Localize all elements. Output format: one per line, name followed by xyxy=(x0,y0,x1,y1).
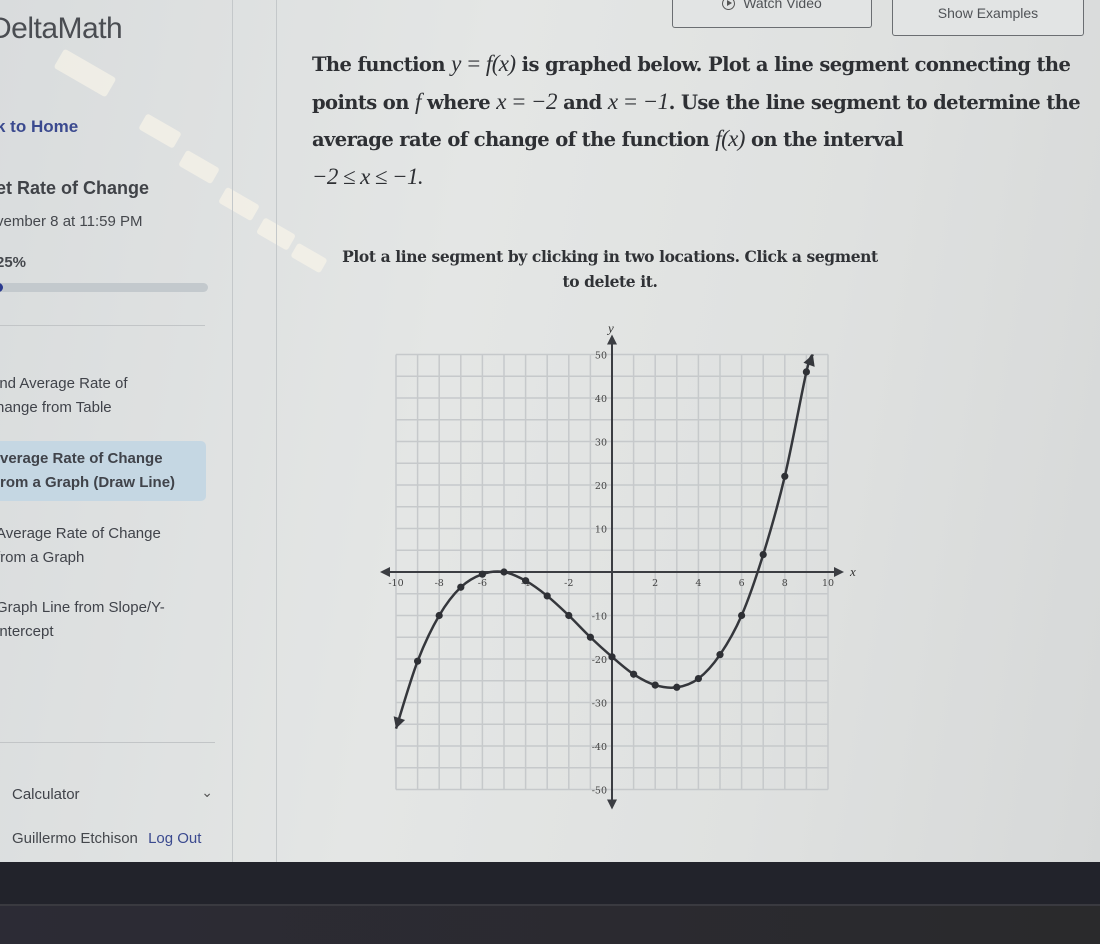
y-tick-label: -20 xyxy=(592,655,607,666)
data-point xyxy=(651,681,659,689)
data-point xyxy=(673,683,681,691)
x-tick-label: 4 xyxy=(695,578,701,589)
data-point xyxy=(802,368,810,376)
show-examples-button[interactable]: Show Examples xyxy=(892,0,1084,36)
skill-label: Graph Line from Slope/Y- xyxy=(0,599,165,616)
x-tick-label: 10 xyxy=(822,578,834,589)
x-axis-arrow-left xyxy=(380,567,390,577)
assignment-title: et Rate of Change xyxy=(0,178,150,198)
data-point xyxy=(500,568,508,576)
y-tick-label: -10 xyxy=(592,612,607,623)
monitor-bezel-lower xyxy=(0,904,1100,944)
question-fragment: The function xyxy=(312,53,452,76)
skill-label: verage Rate of Change xyxy=(0,450,163,467)
y-tick-label: 20 xyxy=(595,481,607,492)
data-point xyxy=(435,611,443,620)
skill-label: from a Graph xyxy=(0,549,85,566)
progress-bar xyxy=(0,283,208,292)
chevron-down-icon: ⌄ xyxy=(201,784,213,800)
y-tick-label: -50 xyxy=(592,786,607,797)
curve-arrow-left xyxy=(393,716,406,729)
skill-item-graph[interactable]: Average Rate of Change from a Graph xyxy=(0,522,206,570)
data-point xyxy=(781,472,789,480)
play-icon xyxy=(722,0,736,10)
screen-glare xyxy=(290,242,328,274)
function-curve xyxy=(394,353,815,729)
progress-percent: 25% xyxy=(0,254,27,271)
user-bar: Guillermo Etchison Log Out xyxy=(12,830,201,847)
content-divider xyxy=(276,0,277,862)
divider xyxy=(0,325,205,326)
math-expression: f(x) xyxy=(715,126,745,151)
sidebar: DeltaMath k to Home et Rate of Change ve… xyxy=(0,0,232,862)
question-fragment: and xyxy=(556,90,608,114)
skill-label: hange from Table xyxy=(0,399,112,416)
back-to-home-link[interactable]: k to Home xyxy=(0,117,78,137)
y-tick-label: -30 xyxy=(592,699,607,710)
skill-label: ind Average Rate of xyxy=(0,375,128,392)
y-axis-arrow-up xyxy=(607,334,617,345)
user-name: Guillermo Etchison xyxy=(12,830,138,847)
data-point xyxy=(457,583,465,591)
math-expression: x = −1 xyxy=(607,88,669,114)
question-fragment: where xyxy=(420,90,497,114)
data-point xyxy=(565,611,573,620)
show-examples-label: Show Examples xyxy=(937,5,1039,21)
progress-fill xyxy=(0,283,4,292)
data-point xyxy=(414,657,422,665)
function-graph[interactable]: xy-10-8-6-4-22468105040302010-10-20-30-4… xyxy=(360,305,860,815)
y-tick-label: -40 xyxy=(592,742,607,753)
data-point xyxy=(759,551,767,559)
data-point xyxy=(586,633,594,641)
skill-label: intercept xyxy=(0,623,54,640)
x-tick-label: -2 xyxy=(564,578,573,589)
x-tick-label: 8 xyxy=(782,578,788,589)
data-point xyxy=(543,592,551,600)
x-tick-label: -10 xyxy=(388,578,403,589)
graph-instructions: Plot a line segment by clicking in two l… xyxy=(342,247,878,291)
calculator-label: Calculator xyxy=(12,786,80,803)
x-axis-arrow-right xyxy=(834,567,844,577)
x-tick-label: -6 xyxy=(478,578,487,589)
skill-label: Average Rate of Change xyxy=(0,525,161,542)
question-fragment: on the interval xyxy=(744,128,904,151)
math-expression: y = f(x) xyxy=(451,51,516,76)
x-axis-label: x xyxy=(849,564,856,579)
skill-item-slope-intercept[interactable]: Graph Line from Slope/Y- intercept xyxy=(0,596,206,644)
data-point xyxy=(738,611,746,620)
y-axis-arrow-down xyxy=(607,799,617,810)
y-axis-label: y xyxy=(606,321,614,336)
data-point xyxy=(630,670,638,678)
data-point xyxy=(522,577,530,585)
watch-video-label: Watch Video xyxy=(743,0,822,11)
x-tick-label: 2 xyxy=(652,578,658,589)
question-text: The function y = f(x) is graphed below. … xyxy=(312,46,1092,196)
math-interval: −2 ≤ x ≤ −1. xyxy=(312,163,424,189)
x-tick-label: -8 xyxy=(435,578,444,589)
x-tick-label: 6 xyxy=(739,578,745,589)
monitor-bezel xyxy=(0,862,1100,904)
due-date: vember 8 at 11:59 PM xyxy=(0,213,143,230)
calculator-dropdown[interactable]: Calculator ⌄ xyxy=(12,784,217,803)
deltamath-logo[interactable]: DeltaMath xyxy=(0,12,123,46)
math-expression: x = −2 xyxy=(496,88,557,114)
skill-label: rom a Graph (Draw Line) xyxy=(0,474,176,491)
sidebar-divider xyxy=(232,0,233,862)
data-point xyxy=(608,653,616,661)
divider xyxy=(0,742,215,743)
y-tick-label: 40 xyxy=(595,394,607,405)
data-point xyxy=(716,651,724,659)
y-tick-label: 30 xyxy=(595,438,607,449)
y-tick-label: 50 xyxy=(595,351,607,362)
data-point xyxy=(694,674,702,683)
skill-item-table[interactable]: ind Average Rate of hange from Table xyxy=(0,372,206,420)
data-point xyxy=(478,570,486,578)
y-tick-label: 10 xyxy=(595,525,607,536)
skill-item-graph-draw-line[interactable]: verage Rate of Change rom a Graph (Draw … xyxy=(0,441,206,501)
watch-video-button[interactable]: Watch Video xyxy=(672,0,872,28)
logout-link[interactable]: Log Out xyxy=(148,830,201,847)
